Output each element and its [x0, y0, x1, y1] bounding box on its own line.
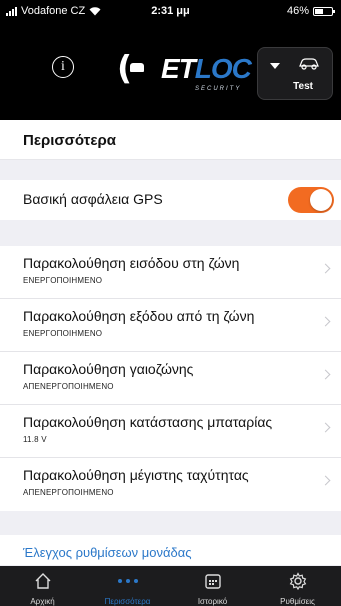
- info-button[interactable]: i: [52, 56, 74, 78]
- chevron-right-icon: [320, 422, 331, 433]
- unit-settings-check-row[interactable]: Έλεγχος ρυθμίσεων μονάδας: [0, 535, 341, 565]
- etloc-logo: ( ETLOC SECURITY: [117, 48, 252, 92]
- battery-percent: 46%: [286, 5, 309, 17]
- list-item[interactable]: Παρακολούθηση γαιοζώνης ΑΠΕΝΕΡΓΟΠΟΙΗΜΕΝΟ: [0, 352, 341, 405]
- list-item[interactable]: Παρακολούθηση εισόδου στη ζώνη ΕΝΕΡΓΟΠΟΙ…: [0, 246, 341, 299]
- list-item[interactable]: Παρακολούθηση εξόδου από τη ζώνη ΕΝΕΡΓΟΠ…: [0, 299, 341, 352]
- status-bar: Vodafone CZ 2:31 μμ 46%: [0, 0, 341, 22]
- chevron-right-icon: [320, 475, 331, 486]
- vehicle-selector-button[interactable]: Test: [257, 47, 333, 100]
- list-item[interactable]: Παρακολούθηση κατάστασης μπαταρίας 11.8 …: [0, 405, 341, 458]
- page-title: Περισσότερα: [23, 132, 116, 149]
- battery-icon: [313, 6, 335, 16]
- page-title-bar: Περισσότερα: [0, 120, 341, 160]
- tab-bar: Αρχική Περισσότερα Ιστορικό Ρυθμίσεις: [0, 566, 341, 606]
- calendar-icon: [204, 574, 221, 589]
- app-header: Vodafone CZ 2:31 μμ 46% i ( ETLOC SECURI…: [0, 0, 341, 120]
- tab-home[interactable]: Αρχική: [0, 566, 85, 606]
- chevron-right-icon: [320, 369, 331, 380]
- gps-security-row: Βασική ασφάλεια GPS: [0, 180, 341, 220]
- unit-settings-check-link[interactable]: Έλεγχος ρυθμίσεων μονάδας: [23, 545, 192, 560]
- chevron-right-icon: [320, 263, 331, 274]
- chevron-down-icon: [270, 63, 280, 69]
- home-icon: [35, 573, 50, 589]
- tab-settings[interactable]: Ρυθμίσεις: [255, 566, 340, 606]
- car-icon: [299, 58, 319, 70]
- monitoring-list: Παρακολούθηση εισόδου στη ζώνη ΕΝΕΡΓΟΠΟΙ…: [0, 246, 341, 511]
- tab-more[interactable]: Περισσότερα: [85, 566, 170, 606]
- vehicle-label: Test: [293, 81, 313, 92]
- gps-security-label: Βασική ασφάλεια GPS: [23, 191, 163, 207]
- gps-security-toggle[interactable]: [288, 187, 334, 213]
- more-dots-icon: [117, 579, 138, 583]
- tab-history[interactable]: Ιστορικό: [170, 566, 255, 606]
- list-item[interactable]: Παρακολούθηση μέγιστης ταχύτητας ΑΠΕΝΕΡΓ…: [0, 458, 341, 511]
- chevron-right-icon: [320, 316, 331, 327]
- gear-icon: [289, 572, 306, 590]
